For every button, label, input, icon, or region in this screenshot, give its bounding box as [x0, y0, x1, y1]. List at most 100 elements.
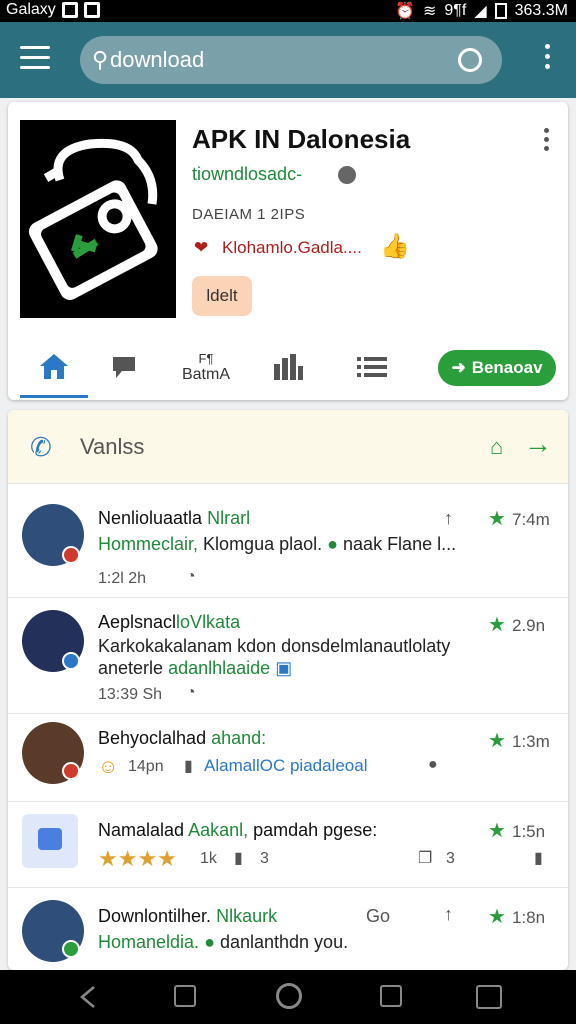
comment-time: 1:2l 2h [98, 570, 147, 587]
image-notification-icon [83, 2, 100, 18]
copy-count: 3 [446, 850, 455, 867]
card-overflow-icon[interactable] [544, 128, 552, 154]
overview-icon[interactable] [380, 985, 402, 1007]
list-icon[interactable] [346, 336, 398, 398]
battery-label: 363.3M [514, 2, 568, 19]
home-small-icon[interactable]: ⌂ [490, 434, 503, 460]
app-card: APK IN Dalonesia tiowndlosadc- DAEIAM 1 … [8, 102, 568, 400]
comment-time: 13:39 Sh [98, 686, 163, 703]
heart-icon: ❤ [194, 238, 209, 257]
badge-icon [62, 546, 80, 564]
list-item[interactable]: Nenlioluaatla Nlrarl ↑ ★ 7:4m Hommeclair… [8, 486, 568, 598]
section-title: Vanlss [80, 434, 145, 459]
search-query: download [110, 47, 205, 72]
list-item[interactable]: Namalalad Aakanl, pamdah pgese: ★ 1:5n ★… [8, 802, 568, 888]
thumbs-up-small-icon[interactable]: ▮ [534, 848, 543, 868]
comment-author: Nenlioluaatla Nlrarl [98, 508, 251, 528]
rating-stars: ★★★★ [98, 846, 177, 871]
image-icon: ▣ [275, 658, 293, 678]
wifi-icon: ≋ [422, 3, 437, 20]
battery-icon [494, 3, 507, 19]
star-icon: ★ [488, 614, 506, 636]
info-icon[interactable]: ● [428, 756, 438, 774]
toolbar: ⚲ download [0, 22, 576, 98]
comment-text-line2: aneterle adanlhlaaide ▣ [98, 658, 293, 678]
tag-chip[interactable]: ldelt [192, 276, 252, 316]
up-arrow-icon[interactable]: ↑ [444, 904, 453, 925]
signal-icon: ◢ [474, 3, 487, 20]
up-arrow-icon[interactable]: ↑ [444, 508, 453, 529]
badge-icon [62, 762, 80, 780]
comment-time: 14pn [128, 758, 164, 775]
app-date: DAEIAM 1 2IPS [192, 206, 306, 223]
comment-text: Karkokakalanam kdon donsdelmlanautlolaty [98, 636, 451, 656]
thumbs-up-icon[interactable]: 👍 [380, 232, 410, 261]
home-icon[interactable] [20, 336, 88, 398]
gallery-notification-icon [61, 2, 78, 18]
comment-icon[interactable] [98, 336, 150, 398]
chat-app-icon [22, 814, 78, 868]
comment-score: 1:5n [512, 822, 546, 841]
comment-score: 2.9n [512, 616, 546, 635]
reply-icon[interactable]: ◔ [186, 684, 196, 702]
tab-label-bottom: BatmA [181, 365, 230, 383]
comment-score: 1:3m [512, 732, 550, 751]
like-count: 3 [260, 850, 269, 867]
comments-section: ✆ Vanlss ⌂ → Nenlioluaatla Nlrarl ↑ ★ 7:… [8, 410, 568, 970]
list-item[interactable]: AeplsnaclloVlkata ★ 2.9n Karkokakalanam … [8, 598, 568, 714]
check-icon: ● [204, 932, 215, 952]
switch-apps-icon[interactable] [476, 985, 502, 1009]
back-icon[interactable] [76, 985, 100, 1009]
comment-score: 7:4m [512, 510, 550, 529]
system-nav-bar [0, 970, 576, 1024]
list-item[interactable]: Downlontilher. Nlkaurk Go ↑ ★ 1:8n Homan… [8, 888, 568, 970]
alarm-icon: ⏰ [395, 3, 415, 20]
check-icon: ● [327, 534, 339, 554]
list-item[interactable]: Behyoclalhad ahand: ★ 1:3m ☺ 14pn ▮ Alam… [8, 714, 568, 802]
verified-icon [338, 166, 356, 184]
reply-icon[interactable]: ◔ [186, 568, 196, 586]
star-icon: ★ [488, 730, 506, 752]
star-icon: ★ [488, 906, 506, 928]
like-icon[interactable]: ▮ [234, 848, 243, 868]
download-button[interactable]: ➜ Benaoav [438, 350, 556, 386]
comment-text: AlamallOC piadaleoal [204, 756, 368, 775]
star-icon: ★ [488, 820, 506, 842]
section-header: ✆ Vanlss ⌂ → [8, 410, 568, 484]
star-icon: ★ [488, 508, 506, 530]
tab-batma[interactable]: F¶ BatmA [168, 336, 244, 398]
overflow-icon[interactable] [540, 44, 554, 74]
search-input[interactable]: ⚲ download [80, 36, 502, 84]
comment-author: Downlontilher. Nlkaurk [98, 906, 278, 926]
status-bar: Galaxy ⏰ ≋ 9¶f ◢ 363.3M [0, 0, 576, 22]
comment-tag: Go [366, 906, 391, 926]
developer-link[interactable]: tiowndlosadc- [192, 164, 302, 185]
comment-time: 1k [200, 850, 217, 867]
camera-app-icon [20, 120, 176, 318]
like-icon[interactable]: ▮ [184, 756, 193, 776]
badge-icon [62, 652, 80, 670]
tab-label-top: F¶ [198, 350, 214, 366]
carrier-label: Galaxy [6, 1, 56, 18]
download-label: Benaoav [471, 358, 543, 377]
bar-chart-icon[interactable] [262, 336, 314, 398]
app-tabs: F¶ BatmA ➜ Benaoav [8, 336, 568, 398]
search-icon[interactable] [458, 48, 482, 72]
emoji-icon: ☺ [98, 756, 119, 778]
menu-icon[interactable] [20, 46, 50, 72]
app-meta: Klohamlo.Gadla.... [222, 238, 362, 257]
arrow-right-icon[interactable]: → [524, 428, 552, 460]
app-title: APK IN Dalonesia [192, 124, 411, 154]
comment-text: Homaneldia. ● danlanthdn you. [98, 932, 349, 952]
comment-text: Hommeclair, Klomgua plaol. ● naak Flane … [98, 534, 457, 554]
home-button[interactable] [276, 983, 302, 1009]
comment-author: Behyoclalhad ahand: [98, 728, 267, 748]
copy-icon[interactable]: ❐ [418, 848, 432, 868]
badge-icon [62, 940, 80, 958]
comment-author: Namalalad Aakanl, pamdah pgese: [98, 820, 378, 840]
recent-apps-icon[interactable] [174, 985, 196, 1007]
search-prefix-icon: ⚲ [92, 47, 109, 72]
signal-label: 9¶f [444, 2, 467, 19]
download-icon: ➜ [451, 358, 466, 377]
phone-icon[interactable]: ✆ [30, 432, 52, 463]
